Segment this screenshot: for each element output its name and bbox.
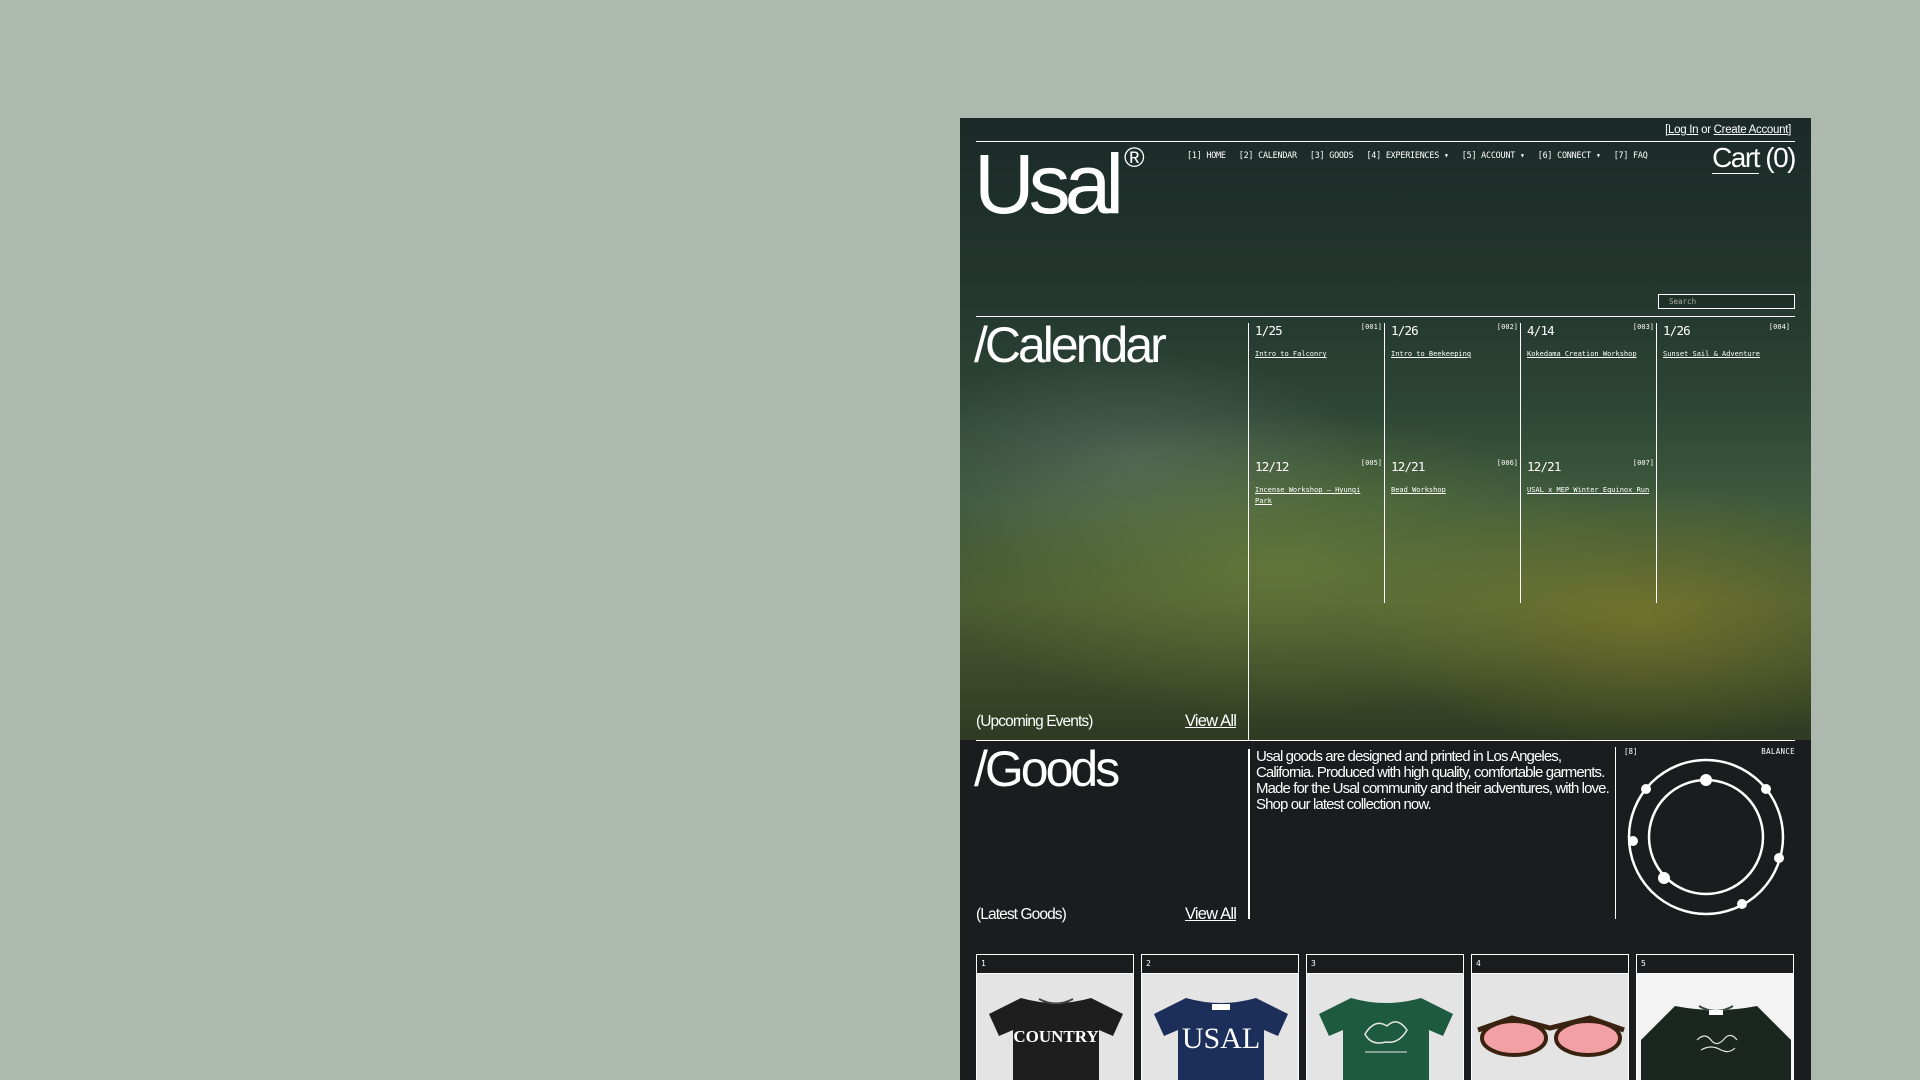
event-card[interactable]: 1/25 [001] Intro to Falconry <box>1255 323 1382 360</box>
product-card[interactable]: 5 <box>1636 954 1794 1080</box>
product-print-text: USAL <box>1182 1022 1260 1055</box>
nav-connect[interactable]: [6] CONNECT ▾ <box>1538 150 1601 160</box>
calendar-column-2: 1/26 [002] Intro to Beekeeping 12/21 [00… <box>1384 323 1521 603</box>
product-number: 1 <box>977 955 1133 974</box>
product-image <box>1472 974 1628 1080</box>
black-sweatshirt-icon <box>1641 1005 1791 1080</box>
nav-calendar[interactable]: [2] CALENDAR <box>1239 150 1297 160</box>
goods-title: /Goods <box>974 741 1120 797</box>
navy-tshirt-icon: USAL <box>1154 998 1288 1080</box>
black-tshirt-icon: COUNTRY <box>989 998 1123 1080</box>
calendar-title: /Calendar <box>974 317 1167 373</box>
product-card[interactable]: 4 <box>1471 954 1629 1080</box>
event-card[interactable]: 12/12 [005] Incense Workshop — Hyungi Pa… <box>1255 459 1382 506</box>
event-card[interactable]: 12/21 [006] Bead Workshop <box>1391 459 1518 496</box>
product-image: USAL <box>1142 974 1298 1080</box>
login-link[interactable]: Log In <box>1668 124 1698 136</box>
product-card[interactable]: 1 COUNTRY <box>976 954 1134 1080</box>
nav-goods[interactable]: [3] GOODS <box>1310 150 1354 160</box>
calendar-column-1: 1/25 [001] Intro to Falconry 12/12 [005]… <box>1248 323 1385 740</box>
search-input[interactable]: Search <box>1658 294 1795 309</box>
nav-home[interactable]: [1] HOME <box>1187 150 1226 160</box>
balance-feature[interactable]: [8] BALANCE <box>1615 747 1795 919</box>
product-number: 3 <box>1307 955 1463 974</box>
product-grid: 1 COUNTRY 2 USAL 3 4 5 <box>976 954 1794 1080</box>
website-frame: [Log In or Create Account] Usal ® [1] HOM… <box>960 118 1811 1080</box>
cart-button[interactable]: Cart (0) <box>1712 142 1796 174</box>
calendar-subtitle: (Upcoming Events) <box>976 713 1093 730</box>
goods-description: Usal goods are designed and printed in L… <box>1256 748 1610 813</box>
event-link[interactable]: Intro to Beekeeping <box>1391 349 1515 360</box>
goods-subtitle: (Latest Goods) <box>976 906 1067 923</box>
event-card[interactable]: 4/14 [003] Kokedama Creation Workshop <box>1527 323 1654 360</box>
product-card[interactable]: 3 <box>1306 954 1464 1080</box>
event-link[interactable]: Incense Workshop — Hyungi Park <box>1255 485 1379 506</box>
event-link[interactable]: Bead Workshop <box>1391 485 1515 496</box>
nav-faq[interactable]: [7] FAQ <box>1614 150 1648 160</box>
nav-account[interactable]: [5] ACCOUNT ▾ <box>1462 150 1525 160</box>
account-links: [Log In or Create Account] <box>1665 124 1791 136</box>
product-image <box>1637 974 1793 1080</box>
event-card[interactable]: 1/26 [004] Sunset Sail & Adventure <box>1663 323 1790 360</box>
product-number: 4 <box>1472 955 1628 974</box>
product-image: COUNTRY <box>977 974 1133 1080</box>
main-nav: [1] HOME [2] CALENDAR [3] GOODS [4] EXPE… <box>1187 150 1648 160</box>
balance-ring-icon <box>1627 758 1785 916</box>
calendar-view-all-link[interactable]: View All <box>1185 712 1237 731</box>
goods-divider <box>1248 749 1250 919</box>
green-tshirt-icon <box>1319 998 1453 1080</box>
calendar-column-4: 1/26 [004] Sunset Sail & Adventure <box>1656 323 1793 603</box>
event-card[interactable]: 12/21 [007] USAL x MEP Winter Equinox Ru… <box>1527 459 1654 496</box>
product-print-text: COUNTRY <box>1013 1027 1098 1046</box>
product-number: 2 <box>1142 955 1298 974</box>
event-link[interactable]: Intro to Falconry <box>1255 349 1379 360</box>
sunglasses-icon <box>1477 1015 1625 1057</box>
event-link[interactable]: Kokedama Creation Workshop <box>1527 349 1651 360</box>
event-card[interactable]: 1/26 [002] Intro to Beekeeping <box>1391 323 1518 360</box>
goods-view-all-link[interactable]: View All <box>1185 905 1237 924</box>
calendar-column-3: 4/14 [003] Kokedama Creation Workshop 12… <box>1520 323 1657 603</box>
nav-experiences[interactable]: [4] EXPERIENCES ▾ <box>1366 150 1449 160</box>
event-link[interactable]: USAL x MEP Winter Equinox Run <box>1527 485 1651 496</box>
product-number: 5 <box>1637 955 1793 974</box>
event-link[interactable]: Sunset Sail & Adventure <box>1663 349 1787 360</box>
product-image <box>1307 974 1463 1080</box>
usal-logo[interactable]: Usal ® <box>974 142 1145 226</box>
product-card[interactable]: 2 USAL <box>1141 954 1299 1080</box>
create-account-link[interactable]: Create Account <box>1714 124 1789 136</box>
